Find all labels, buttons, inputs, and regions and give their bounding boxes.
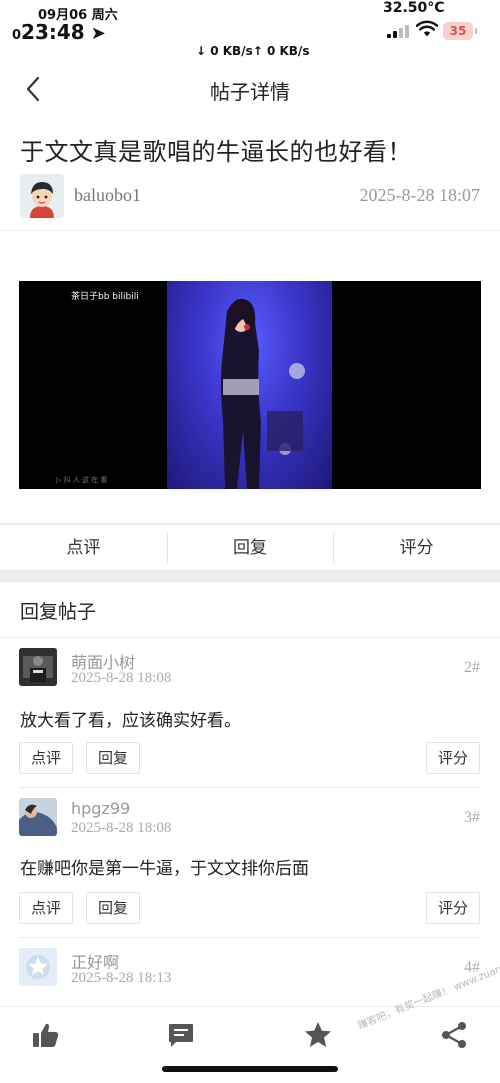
star-icon[interactable]	[303, 1021, 333, 1049]
divider	[19, 937, 481, 938]
status-time-prefix: 0	[12, 28, 22, 43]
reply-avatar[interactable]	[19, 798, 57, 836]
reply-reply-button[interactable]: 回复	[86, 892, 141, 924]
post-title: 于文文真是歌唱的牛逼长的也好看！	[20, 138, 412, 166]
singer-figure	[221, 298, 305, 489]
reply-rate-button[interactable]: 评分	[425, 742, 480, 774]
divider	[19, 787, 481, 788]
photo-avatar-icon	[19, 648, 57, 686]
divider	[0, 230, 500, 231]
share-icon[interactable]	[439, 1021, 469, 1049]
status-time-value: 23:48	[21, 20, 85, 44]
photo-avatar-icon	[19, 798, 57, 836]
reply-time: 2025-8-28 18:08	[71, 820, 172, 836]
video-watermark: 茶日子bb bilibili	[71, 292, 139, 302]
status-time: 023:48 ➤	[12, 20, 106, 44]
comment-button[interactable]: 点评	[0, 525, 167, 571]
page-title: 帖子详情	[210, 80, 290, 104]
location-arrow-icon: ➤	[90, 23, 106, 44]
divider	[0, 637, 500, 638]
reply-avatar[interactable]	[19, 948, 57, 986]
author-name[interactable]: baluobo1	[74, 185, 141, 206]
status-temperature: 32.50°C	[383, 0, 445, 16]
default-avatar-icon	[19, 948, 57, 986]
reply-comment-button[interactable]: 点评	[19, 892, 74, 924]
battery-indicator: 35	[443, 22, 477, 40]
reply-floor: 2#	[464, 659, 480, 676]
reply-time: 2025-8-28 18:13	[71, 970, 172, 986]
reply-floor: 3#	[464, 809, 480, 826]
network-speed: ↓ 0 KB/s↑ 0 KB/s	[196, 44, 310, 58]
cellular-signal-icon	[387, 24, 409, 38]
section-gap	[0, 570, 500, 582]
bottom-tab-bar	[0, 1006, 500, 1067]
reply-comment-button[interactable]: 点评	[19, 742, 74, 774]
thumbs-up-icon[interactable]	[31, 1021, 61, 1049]
reply-author[interactable]: hpgz99	[71, 799, 130, 818]
reply-content: 在赚吧你是第一牛逼，于文文排你后面	[20, 859, 309, 879]
reply-content: 放大看了看，应该确实好看。	[20, 711, 241, 731]
author-avatar[interactable]	[20, 174, 64, 218]
video-frame	[167, 281, 332, 489]
message-icon[interactable]	[166, 1021, 196, 1049]
status-bar: 09月06 周六 023:48 ➤ ↓ 0 KB/s↑ 0 KB/s 32.50°…	[0, 0, 500, 64]
reply-time: 2025-8-28 18:08	[71, 670, 172, 686]
reply-reply-button[interactable]: 回复	[86, 742, 141, 774]
post-action-bar: 点评 回复 评分	[0, 524, 500, 571]
post-author-row: baluobo1 2025-8-28 18:07	[20, 174, 480, 220]
video-sub-watermark: ▷ 抖 人 这 在 看	[56, 476, 108, 484]
video-player[interactable]: 茶日子bb bilibili ▷ 抖 人 这 在 看	[19, 281, 481, 489]
wifi-icon	[416, 20, 438, 37]
replies-header: 回复帖子	[20, 601, 97, 623]
cartoon-avatar-icon	[20, 174, 64, 218]
post-time: 2025-8-28 18:07	[359, 185, 481, 205]
reply-button[interactable]: 回复	[166, 525, 334, 571]
reply-avatar[interactable]	[19, 648, 57, 686]
rate-button[interactable]: 评分	[333, 525, 500, 571]
nav-bar: 帖子详情	[0, 64, 500, 114]
reply-rate-button[interactable]: 评分	[425, 892, 480, 924]
home-indicator	[162, 1066, 338, 1072]
